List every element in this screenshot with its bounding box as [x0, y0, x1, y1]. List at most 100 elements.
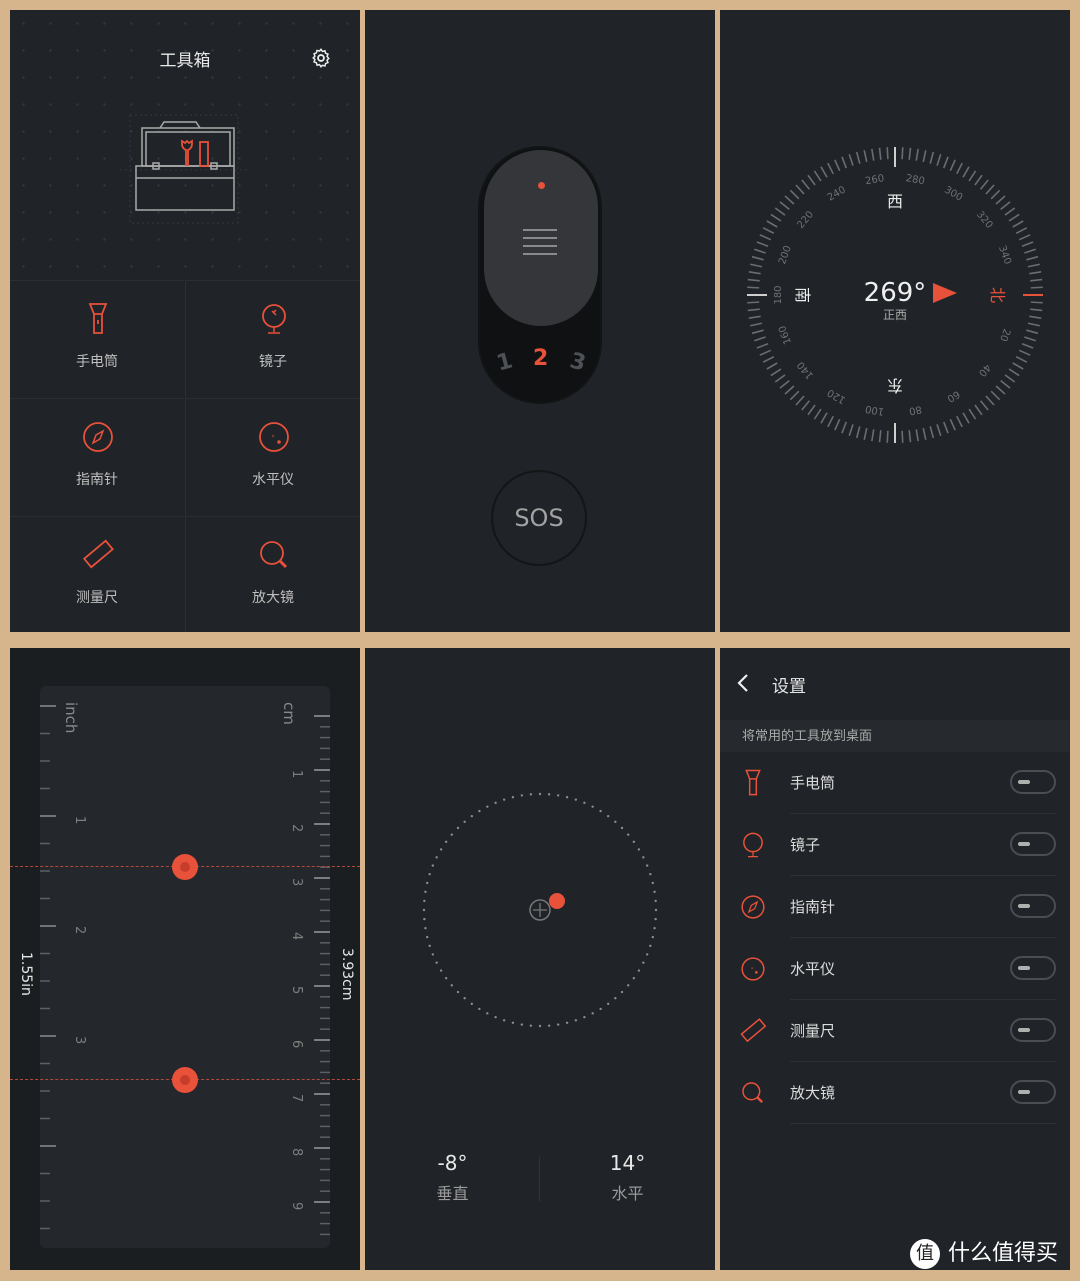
level-ring-dot [653, 926, 656, 930]
horizontal-label: 水平 [611, 1184, 644, 1203]
toggle-compass[interactable] [1010, 894, 1056, 918]
toggle-ruler[interactable] [1010, 1018, 1056, 1042]
level-ring-dot [439, 848, 443, 851]
level-screen: -8° 垂直 14° 水平 [365, 648, 715, 1270]
compass-tick [753, 248, 766, 254]
mirror-icon [743, 832, 763, 858]
cardinal-bottom: 东 [887, 376, 903, 395]
compass-tick [908, 430, 912, 443]
compass-tick-label: 40 [976, 361, 993, 378]
cm-label: 5 [289, 986, 304, 994]
compass-tick [942, 421, 949, 434]
compass-tick [1029, 315, 1042, 319]
compass-tick [801, 179, 811, 190]
level-ring-dot [426, 935, 429, 939]
level-ring-dot [426, 881, 429, 885]
level-bubble [549, 893, 565, 909]
level-icon [259, 422, 289, 452]
compass-tick [766, 362, 778, 370]
watermark-logo: 值 [910, 1239, 940, 1269]
measure-handle-top[interactable] [172, 854, 198, 880]
compass-tick [770, 368, 782, 377]
compass-tick [1021, 342, 1034, 349]
level-ring-dot [424, 890, 427, 894]
compass-tick [1030, 308, 1043, 312]
row-label: 放大镜 [790, 1084, 836, 1102]
compass-tick [751, 329, 764, 335]
tool-tile-mirror[interactable]: 镜子 [185, 280, 360, 398]
level-ring-dot [494, 801, 497, 805]
level-ring-dot [645, 953, 649, 956]
compass-tick [779, 201, 790, 211]
level-ring-dot [574, 1019, 578, 1022]
compass-tick [929, 426, 935, 439]
compass-tick-label: 280 [905, 173, 926, 187]
toggle-magnifier[interactable] [1010, 1080, 1056, 1104]
compass-tick [901, 147, 904, 160]
compass-tick [1012, 362, 1024, 370]
level-ring-dot [614, 820, 617, 823]
tool-tile-ruler[interactable]: 测量尺 [10, 516, 184, 632]
sos-button[interactable]: SOS [491, 470, 587, 566]
compass-tick [795, 184, 805, 195]
level-ring-dot [450, 984, 453, 987]
measure-handle-bottom[interactable] [172, 1067, 198, 1093]
ruler-surface[interactable]: 1 2 3 1 2 3 4 5 6 7 8 9 inch cm [40, 686, 330, 1248]
compass-screen: 20 40 60 80 100 120 140 160 180 200 220 240 260 280 30… [720, 10, 1070, 632]
settings-screen: 设置 将常用的工具放到桌面 手电筒 镜子 指南针 水平仪 测量尺 放大镜 [720, 648, 1070, 1270]
compass-tick [827, 162, 834, 175]
flashlight-icon [88, 303, 108, 334]
toggle-flashlight[interactable] [1010, 770, 1056, 794]
page-title: 工具箱 [159, 51, 211, 71]
toggle-level[interactable] [1010, 956, 1056, 980]
level-ring-dot [423, 899, 426, 903]
compass-tick [949, 418, 956, 431]
compass-tick [1004, 207, 1016, 216]
level-ring-dot [444, 976, 448, 980]
settings-row-magnifier: 放大镜 [720, 1062, 1070, 1124]
back-arrow-icon[interactable] [736, 672, 750, 694]
compass-tick [886, 147, 889, 160]
compass-tick-label: 200 [777, 244, 794, 266]
compass-tick [748, 315, 761, 319]
compass-tick [985, 395, 995, 406]
compass-tick-label: 140 [795, 359, 816, 381]
compass-tick [813, 408, 822, 420]
row-label: 指南针 [790, 898, 836, 916]
tool-tile-flashlight[interactable]: 手电筒 [10, 280, 184, 398]
compass-tick-label: 220 [795, 209, 816, 231]
level-ring-dot [463, 997, 466, 1000]
compass-tick-label: 340 [996, 244, 1013, 266]
level-ring-dot [599, 809, 602, 813]
level-ring-dot [547, 793, 551, 796]
cm-reading: 3.93cm [339, 948, 355, 1001]
tool-tile-compass[interactable]: 指南针 [10, 398, 184, 516]
compass-tick [979, 179, 989, 190]
level-ring-dot [520, 1023, 524, 1026]
compass-tick [915, 429, 919, 442]
flashlight-icon [745, 769, 761, 796]
tool-label: 手电筒 [76, 354, 118, 370]
level-ring-dot [632, 840, 636, 844]
compass-tick [1029, 271, 1042, 275]
compass-tick [834, 159, 841, 172]
compass-tick [1015, 227, 1028, 234]
tool-tile-level[interactable]: 水平仪 [185, 398, 360, 516]
tool-label: 放大镜 [252, 590, 294, 606]
settings-row-level: 水平仪 [720, 938, 1070, 1000]
cm-label: 7 [289, 1094, 304, 1102]
level-ring-dot [538, 1024, 542, 1028]
compass-tick [968, 408, 977, 420]
toggle-mirror[interactable] [1010, 832, 1056, 856]
level-2[interactable]: 2 [533, 346, 548, 371]
grip-lines-icon [523, 229, 557, 261]
cardinal-left: 南 [793, 287, 812, 303]
level-ring-dot [642, 961, 645, 964]
ruler-icon [740, 1018, 767, 1043]
tool-tile-magnifier[interactable]: 放大镜 [185, 516, 360, 632]
compass-tick [848, 424, 854, 437]
gear-icon[interactable] [310, 47, 332, 69]
level-ring-dot [606, 1002, 610, 1006]
compass-tick-label: 320 [974, 209, 995, 231]
inch-reading: 1.55in [18, 952, 34, 996]
